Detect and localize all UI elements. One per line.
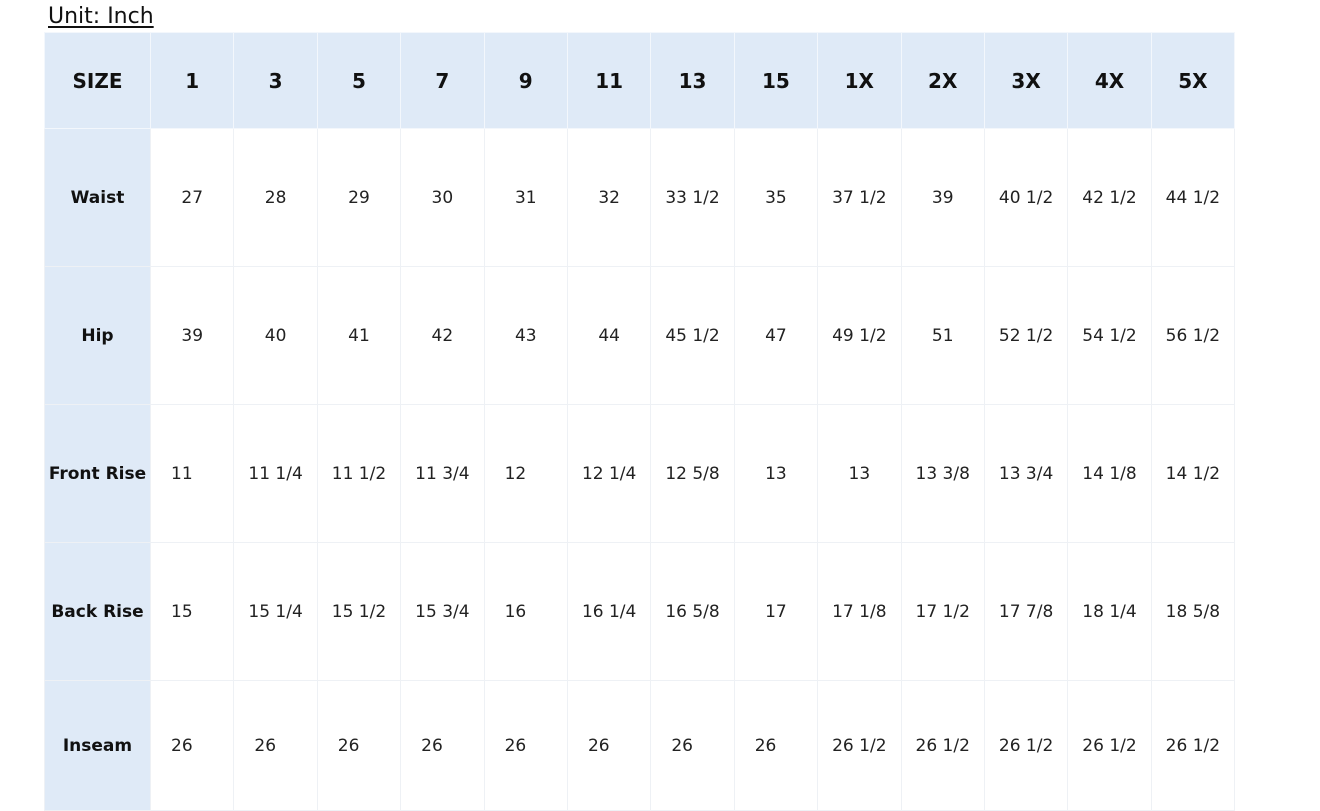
table-cell: 11 3/4 [400, 404, 485, 543]
size-header-cell: 1 [149, 32, 235, 129]
table-cell: 26 1/2 [1150, 680, 1236, 811]
size-header-cell: 9 [483, 32, 568, 129]
table-cell: 44 1/2 [1150, 128, 1236, 267]
table-cell: 28 [233, 128, 318, 267]
table-cell: 15 1/2 [316, 542, 402, 681]
table-cell: 26 [149, 680, 235, 811]
table-header-row: SIZE 1 3 5 7 9 11 13 15 1X 2X 3X 4X 5X [44, 32, 1236, 129]
table-cell: 26 1/2 [817, 680, 902, 811]
table-body: Waist 27 28 29 30 31 32 33 1/2 35 37 1/2 39 40 1/2 4… [44, 128, 1236, 811]
row-label: Hip [44, 266, 151, 405]
size-header-cell: 4X [1067, 32, 1152, 129]
table-row: Back Rise 15 15 1/4 15 1/2 15 3/4 16 16 1/4 16 … [44, 542, 1236, 681]
size-header-cell: 3 [233, 32, 318, 129]
table-cell: 12 5/8 [650, 404, 735, 543]
table-cell: 18 5/8 [1150, 542, 1236, 681]
table-cell: 17 1/2 [900, 542, 985, 681]
table-cell: 39 [149, 266, 235, 405]
table-cell: 15 1/4 [233, 542, 318, 681]
table-cell: 12 1/4 [566, 404, 652, 543]
table-cell: 12 [483, 404, 568, 543]
table-cell: 16 1/4 [566, 542, 652, 681]
table-cell: 18 1/4 [1067, 542, 1152, 681]
table-cell: 26 [566, 680, 652, 811]
table-cell: 37 1/2 [817, 128, 902, 267]
table-cell: 31 [483, 128, 568, 267]
table-cell: 51 [900, 266, 985, 405]
table-cell: 54 1/2 [1067, 266, 1152, 405]
table-cell: 26 1/2 [983, 680, 1069, 811]
table-cell: 39 [900, 128, 985, 267]
table-cell: 26 [733, 680, 819, 811]
table-cell: 15 3/4 [400, 542, 485, 681]
table-row: Inseam 26 26 26 26 26 26 26 26 26 1/2 26 1/2 26 1/2… [44, 680, 1236, 811]
table-cell: 14 1/2 [1150, 404, 1236, 543]
table-cell: 43 [483, 266, 568, 405]
table-cell: 35 [733, 128, 819, 267]
size-header-cell: 5X [1150, 32, 1236, 129]
table-cell: 11 1/2 [316, 404, 402, 543]
table-cell: 17 1/8 [817, 542, 902, 681]
row-label: Waist [44, 128, 151, 267]
table-cell: 42 1/2 [1067, 128, 1152, 267]
size-header-cell: 15 [733, 32, 819, 129]
table-cell: 11 [149, 404, 235, 543]
table-cell: 11 1/4 [233, 404, 318, 543]
size-chart-table: SIZE 1 3 5 7 9 11 13 15 1X 2X 3X 4X 5X Waist 27 28 29 30… [44, 32, 1236, 811]
row-label: Back Rise [44, 542, 151, 681]
table-cell: 17 7/8 [983, 542, 1069, 681]
table-cell: 30 [400, 128, 485, 267]
table-cell: 15 [149, 542, 235, 681]
table-cell: 13 [817, 404, 902, 543]
size-header-cell: 2X [900, 32, 985, 129]
table-cell: 56 1/2 [1150, 266, 1236, 405]
table-cell: 26 1/2 [900, 680, 985, 811]
size-header-cell: 3X [983, 32, 1069, 129]
size-header-cell: 13 [650, 32, 735, 129]
table-cell: 14 1/8 [1067, 404, 1152, 543]
table-cell: 32 [566, 128, 652, 267]
table-cell: 33 1/2 [650, 128, 735, 267]
table-cell: 49 1/2 [817, 266, 902, 405]
table-cell: 13 3/8 [900, 404, 985, 543]
table-cell: 13 [733, 404, 819, 543]
table-cell: 26 [233, 680, 318, 811]
table-cell: 42 [400, 266, 485, 405]
table-cell: 45 1/2 [650, 266, 735, 405]
table-row: Hip 39 40 41 42 43 44 45 1/2 47 49 1/2 51 52 1/2 54 … [44, 266, 1236, 405]
table-cell: 52 1/2 [983, 266, 1069, 405]
table-cell: 40 [233, 266, 318, 405]
table-cell: 26 [650, 680, 735, 811]
table-cell: 13 3/4 [983, 404, 1069, 543]
table-cell: 17 [733, 542, 819, 681]
table-cell: 26 [316, 680, 402, 811]
table-cell: 47 [733, 266, 819, 405]
unit-label: Unit: Inch [48, 4, 154, 29]
row-label: Inseam [44, 680, 151, 811]
size-header-label: SIZE [44, 32, 151, 129]
table-cell: 41 [316, 266, 402, 405]
size-header-cell: 1X [817, 32, 902, 129]
table-cell: 29 [316, 128, 402, 267]
table-cell: 27 [149, 128, 235, 267]
table-cell: 44 [566, 266, 652, 405]
table-cell: 26 [400, 680, 485, 811]
row-label: Front Rise [44, 404, 151, 543]
table-cell: 26 1/2 [1067, 680, 1152, 811]
size-header-cell: 7 [400, 32, 485, 129]
table-cell: 16 [483, 542, 568, 681]
table-cell: 26 [483, 680, 568, 811]
table-cell: 40 1/2 [983, 128, 1069, 267]
size-header-cell: 5 [316, 32, 402, 129]
table-row: Waist 27 28 29 30 31 32 33 1/2 35 37 1/2 39 40 1/2 4… [44, 128, 1236, 267]
table-row: Front Rise 11 11 1/4 11 1/2 11 3/4 12 12 1/4 12… [44, 404, 1236, 543]
table-cell: 16 5/8 [650, 542, 735, 681]
size-header-cell: 11 [566, 32, 652, 129]
